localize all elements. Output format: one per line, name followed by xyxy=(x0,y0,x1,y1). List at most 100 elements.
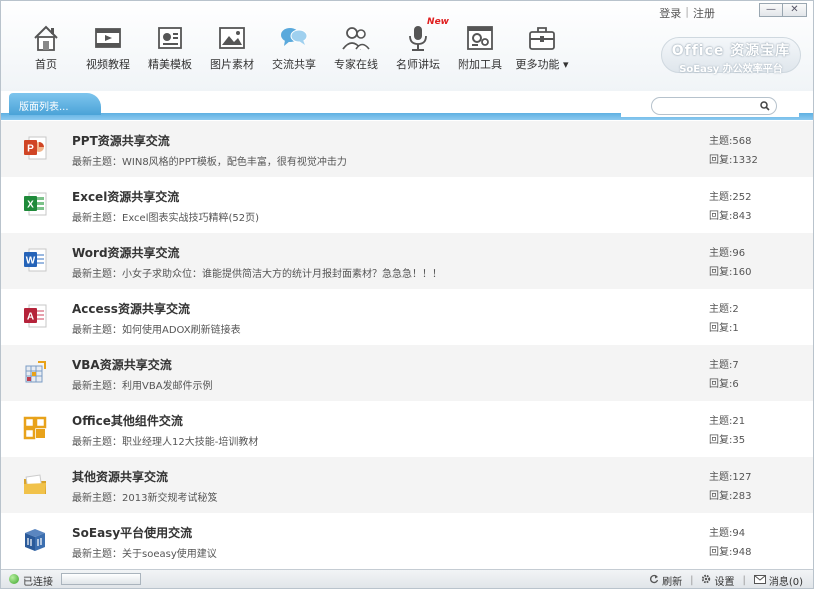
forum-latest-topic[interactable]: 最新主题：小女子求助众位：谁能提供简洁大方的统计月报封面素材？急急急！！！ xyxy=(72,265,442,280)
forum-reply-count: 回复:35 xyxy=(709,435,746,446)
progress-bar xyxy=(61,573,141,585)
forum-row-other[interactable]: 其他资源共享交流 最新主题：2013新交规考试秘笈 主题:127 回复:283 xyxy=(1,457,813,513)
auth-separator: | xyxy=(685,5,689,18)
forum-row-vba[interactable]: VBA资源共享交流 最新主题：利用VBA发邮件示例 主题:7 回复:6 xyxy=(1,345,813,401)
forum-title[interactable]: Access资源共享交流 xyxy=(72,300,190,317)
brand-subtitle: SoEasy 办公效率平台 xyxy=(679,64,783,75)
forum-latest-topic[interactable]: 最新主题：WIN8风格的PPT模板，配色丰富，很有视觉冲击力 xyxy=(72,153,347,168)
nav-item-templates[interactable]: 精美模板 xyxy=(139,19,201,72)
toolbox-icon xyxy=(527,23,557,53)
excel-icon: X xyxy=(23,191,47,217)
login-link[interactable]: 登录 xyxy=(659,5,681,21)
search-input[interactable] xyxy=(660,98,760,114)
nav-label: 名师讲坛 xyxy=(396,58,440,71)
nav-item-more[interactable]: 更多功能 ▾ xyxy=(511,19,573,72)
messages-button[interactable]: 消息(0) xyxy=(753,573,803,588)
forum-row-word[interactable]: W Word资源共享交流 最新主题：小女子求助众位：谁能提供简洁大方的统计月报封… xyxy=(1,233,813,289)
forum-row-ppt[interactable]: P PPT资源共享交流 最新主题：WIN8风格的PPT模板，配色丰富，很有视觉冲… xyxy=(1,121,813,177)
nav-label: 更多功能 ▾ xyxy=(515,58,569,71)
forum-topic-count: 主题:96 xyxy=(709,248,746,259)
forum-title[interactable]: PPT资源共享交流 xyxy=(72,132,170,149)
status-bar: 已连接 刷新 | 设置 | 消息(0) xyxy=(1,569,813,588)
settings-label: 设置 xyxy=(714,577,735,588)
microphone-icon: New xyxy=(403,17,449,53)
nav-label: 交流共享 xyxy=(272,58,316,71)
forum-topic-count: 主题:7 xyxy=(709,360,739,371)
tab-forum-list[interactable]: 版面列表... xyxy=(9,93,101,115)
svg-text:W: W xyxy=(26,256,36,267)
forum-latest-topic[interactable]: 最新主题：关于soeasy使用建议 xyxy=(72,545,217,560)
video-icon xyxy=(93,23,123,53)
gear-icon xyxy=(701,574,711,587)
forum-reply-count: 回复:843 xyxy=(709,211,752,222)
nav-item-tools[interactable]: 附加工具 xyxy=(449,19,511,72)
connection-status: 已连接 xyxy=(23,577,53,588)
forum-latest-topic[interactable]: 最新主题：职业经理人12大技能-培训教材 xyxy=(72,433,258,448)
top-bar: 登录 | 注册 — ✕ 首页 视频教程 精美模板 图片素材 交流共享 专家在线 … xyxy=(1,1,813,93)
image-icon xyxy=(217,23,247,53)
forum-reply-count: 回复:1332 xyxy=(709,155,758,166)
minimize-button[interactable]: — xyxy=(759,3,783,17)
forum-list: P PPT资源共享交流 最新主题：WIN8风格的PPT模板，配色丰富，很有视觉冲… xyxy=(1,121,813,569)
forum-title[interactable]: SoEasy平台使用交流 xyxy=(72,524,192,541)
forum-title[interactable]: Word资源共享交流 xyxy=(72,244,180,261)
vba-icon xyxy=(23,359,47,385)
register-link[interactable]: 注册 xyxy=(693,5,715,21)
nav-label: 首页 xyxy=(35,58,57,71)
svg-text:A: A xyxy=(27,312,34,323)
svg-text:X: X xyxy=(27,200,34,211)
status-separator: | xyxy=(690,575,694,586)
nav-item-lectures[interactable]: New 名师讲坛 xyxy=(387,17,449,72)
refresh-button[interactable]: 刷新 xyxy=(649,573,682,588)
office-icon xyxy=(23,415,47,441)
forum-latest-topic[interactable]: 最新主题：利用VBA发邮件示例 xyxy=(72,377,213,392)
forum-row-soeasy[interactable]: SoEasy平台使用交流 最新主题：关于soeasy使用建议 主题:94 回复:… xyxy=(1,513,813,569)
soeasy-icon xyxy=(23,527,47,553)
chat-icon xyxy=(279,23,309,53)
brand-title: Office 资源宝库 xyxy=(671,43,791,59)
forum-title[interactable]: Office其他组件交流 xyxy=(72,412,183,429)
forum-row-excel[interactable]: X Excel资源共享交流 最新主题：Excel图表实战技巧精粹(52页) 主题… xyxy=(1,177,813,233)
nav-item-video[interactable]: 视频教程 xyxy=(77,19,139,72)
nav-label: 精美模板 xyxy=(148,58,192,71)
forum-topic-count: 主题:127 xyxy=(709,472,752,483)
search-box xyxy=(651,97,777,115)
forum-title[interactable]: Excel资源共享交流 xyxy=(72,188,179,205)
forum-latest-topic[interactable]: 最新主题：2013新交规考试秘笈 xyxy=(72,489,217,504)
status-separator: | xyxy=(742,575,746,586)
brand-logo: Office 资源宝库 SoEasy 办公效率平台 xyxy=(661,37,801,75)
messages-label: 消息(0) xyxy=(768,577,803,588)
app-window: 登录 | 注册 — ✕ 首页 视频教程 精美模板 图片素材 交流共享 专家在线 … xyxy=(0,0,814,589)
forum-reply-count: 回复:160 xyxy=(709,267,752,278)
forum-reply-count: 回复:1 xyxy=(709,323,739,334)
nav-item-share[interactable]: 交流共享 xyxy=(263,19,325,72)
forum-topic-count: 主题:252 xyxy=(709,192,752,203)
word-icon: W xyxy=(23,247,47,273)
forum-latest-topic[interactable]: 最新主题：如何使用ADOX刷新链接表 xyxy=(72,321,241,336)
nav-label: 图片素材 xyxy=(210,58,254,71)
status-actions: 刷新 | 设置 | 消息(0) xyxy=(649,573,803,588)
nav-item-home[interactable]: 首页 xyxy=(15,19,77,72)
experts-icon xyxy=(341,23,371,53)
svg-text:P: P xyxy=(27,144,34,155)
forum-topic-count: 主题:94 xyxy=(709,528,746,539)
refresh-label: 刷新 xyxy=(662,577,683,588)
access-icon: A xyxy=(23,303,47,329)
forum-latest-topic[interactable]: 最新主题：Excel图表实战技巧精粹(52页) xyxy=(72,209,259,224)
search-container xyxy=(621,91,799,117)
window-controls: — ✕ xyxy=(759,3,807,17)
forum-title[interactable]: 其他资源共享交流 xyxy=(72,468,168,485)
forum-row-access[interactable]: A Access资源共享交流 最新主题：如何使用ADOX刷新链接表 主题:2 回… xyxy=(1,289,813,345)
search-icon[interactable] xyxy=(760,101,770,111)
close-button[interactable]: ✕ xyxy=(783,3,807,17)
settings-button[interactable]: 设置 xyxy=(701,573,734,588)
nav-label: 视频教程 xyxy=(86,58,130,71)
powerpoint-icon: P xyxy=(23,135,47,161)
forum-title[interactable]: VBA资源共享交流 xyxy=(72,356,172,373)
tools-icon xyxy=(465,23,495,53)
home-icon xyxy=(31,23,61,53)
new-badge: New xyxy=(427,17,449,27)
nav-item-images[interactable]: 图片素材 xyxy=(201,19,263,72)
nav-item-experts[interactable]: 专家在线 xyxy=(325,19,387,72)
forum-row-office[interactable]: Office其他组件交流 最新主题：职业经理人12大技能-培训教材 主题:21 … xyxy=(1,401,813,457)
